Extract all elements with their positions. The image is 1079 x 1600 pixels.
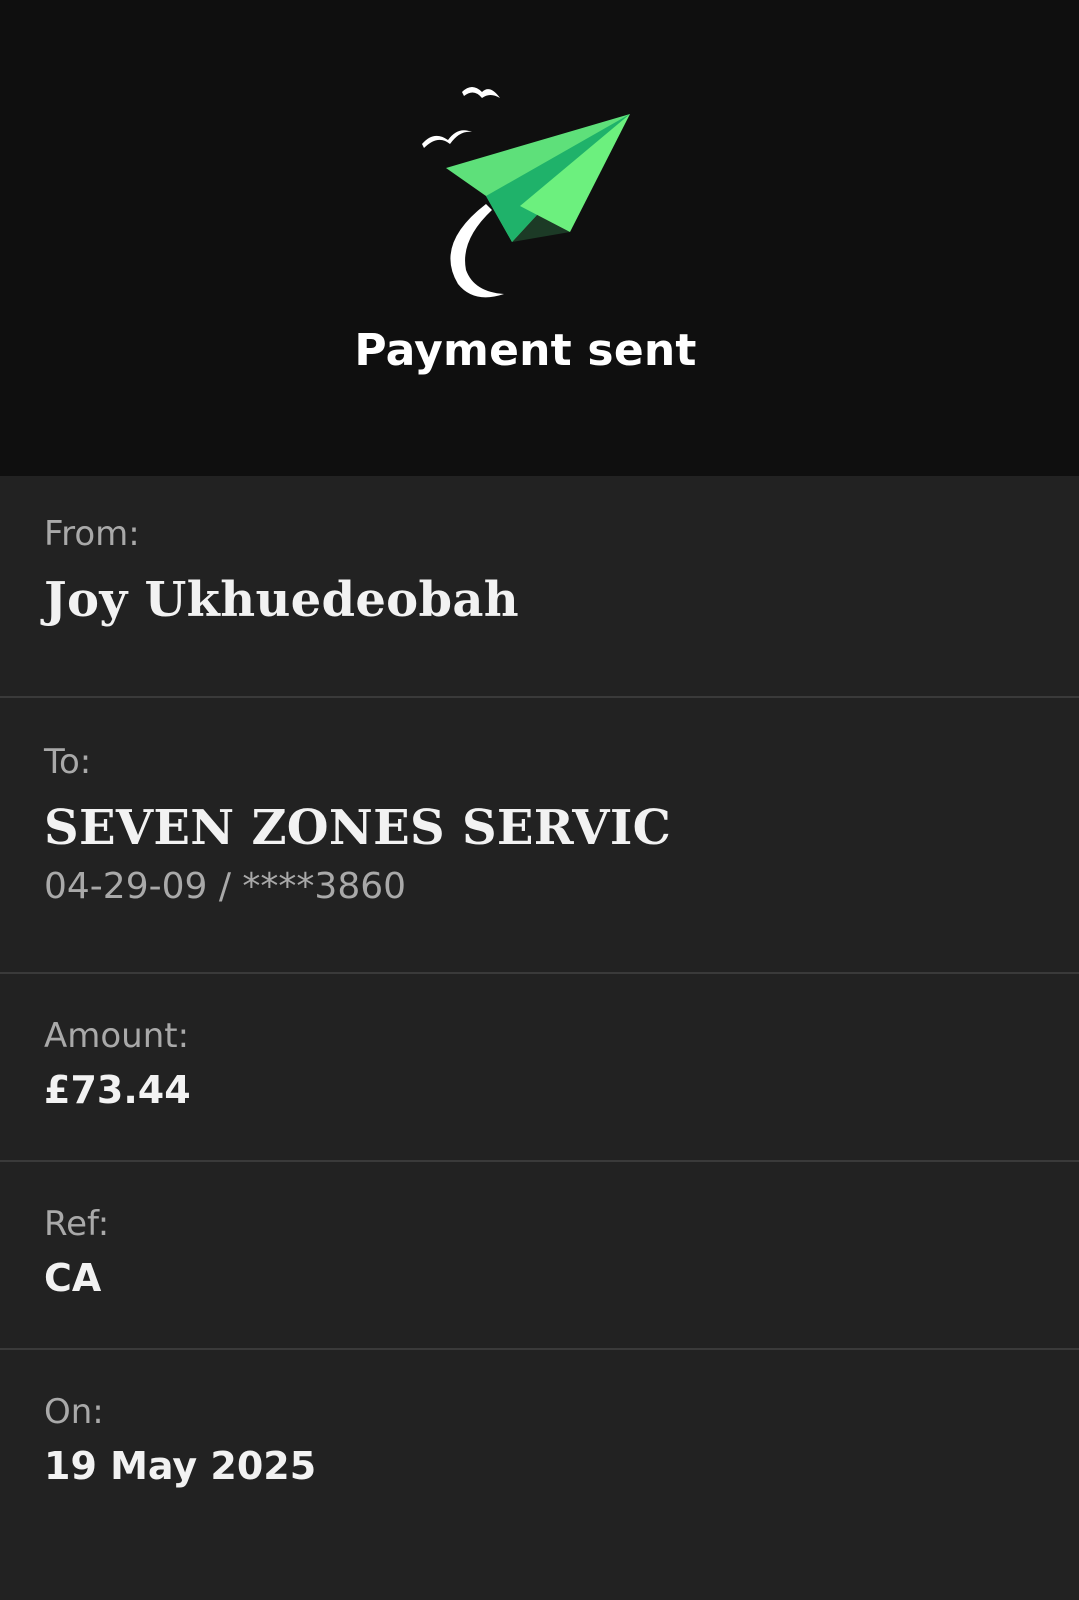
amount-label: Amount: [44, 1016, 190, 1056]
payment-date: 19 May 2025 [44, 1444, 317, 1488]
from-label: From: [44, 514, 140, 554]
amount-value: £73.44 [44, 1068, 191, 1112]
ref-label: Ref: [44, 1204, 110, 1244]
page-title: Payment sent [354, 325, 697, 376]
amount-section: Amount: £73.44 [0, 974, 1079, 1162]
payment-details-card: From: Joy Ukhuedeobah To: SEVEN ZONES SE… [0, 476, 1079, 1600]
to-label: To: [44, 742, 92, 782]
from-section: From: Joy Ukhuedeobah [0, 476, 1079, 698]
recipient-account: 04-29-09 / ****3860 [44, 866, 407, 907]
paper-plane-with-birds-icon [420, 80, 650, 310]
date-section: On: 19 May 2025 [0, 1350, 1079, 1600]
ref-value: CA [44, 1256, 102, 1300]
on-label: On: [44, 1392, 104, 1432]
confirmation-header: Payment sent [0, 0, 1079, 476]
ref-section: Ref: CA [0, 1162, 1079, 1350]
to-section: To: SEVEN ZONES SERVIC 04-29-09 / ****38… [0, 698, 1079, 974]
recipient-name: SEVEN ZONES SERVIC [44, 800, 672, 856]
from-name: Joy Ukhuedeobah [44, 572, 519, 628]
payment-confirmation-screen: Payment sent From: Joy Ukhuedeobah To: S… [0, 0, 1079, 1600]
